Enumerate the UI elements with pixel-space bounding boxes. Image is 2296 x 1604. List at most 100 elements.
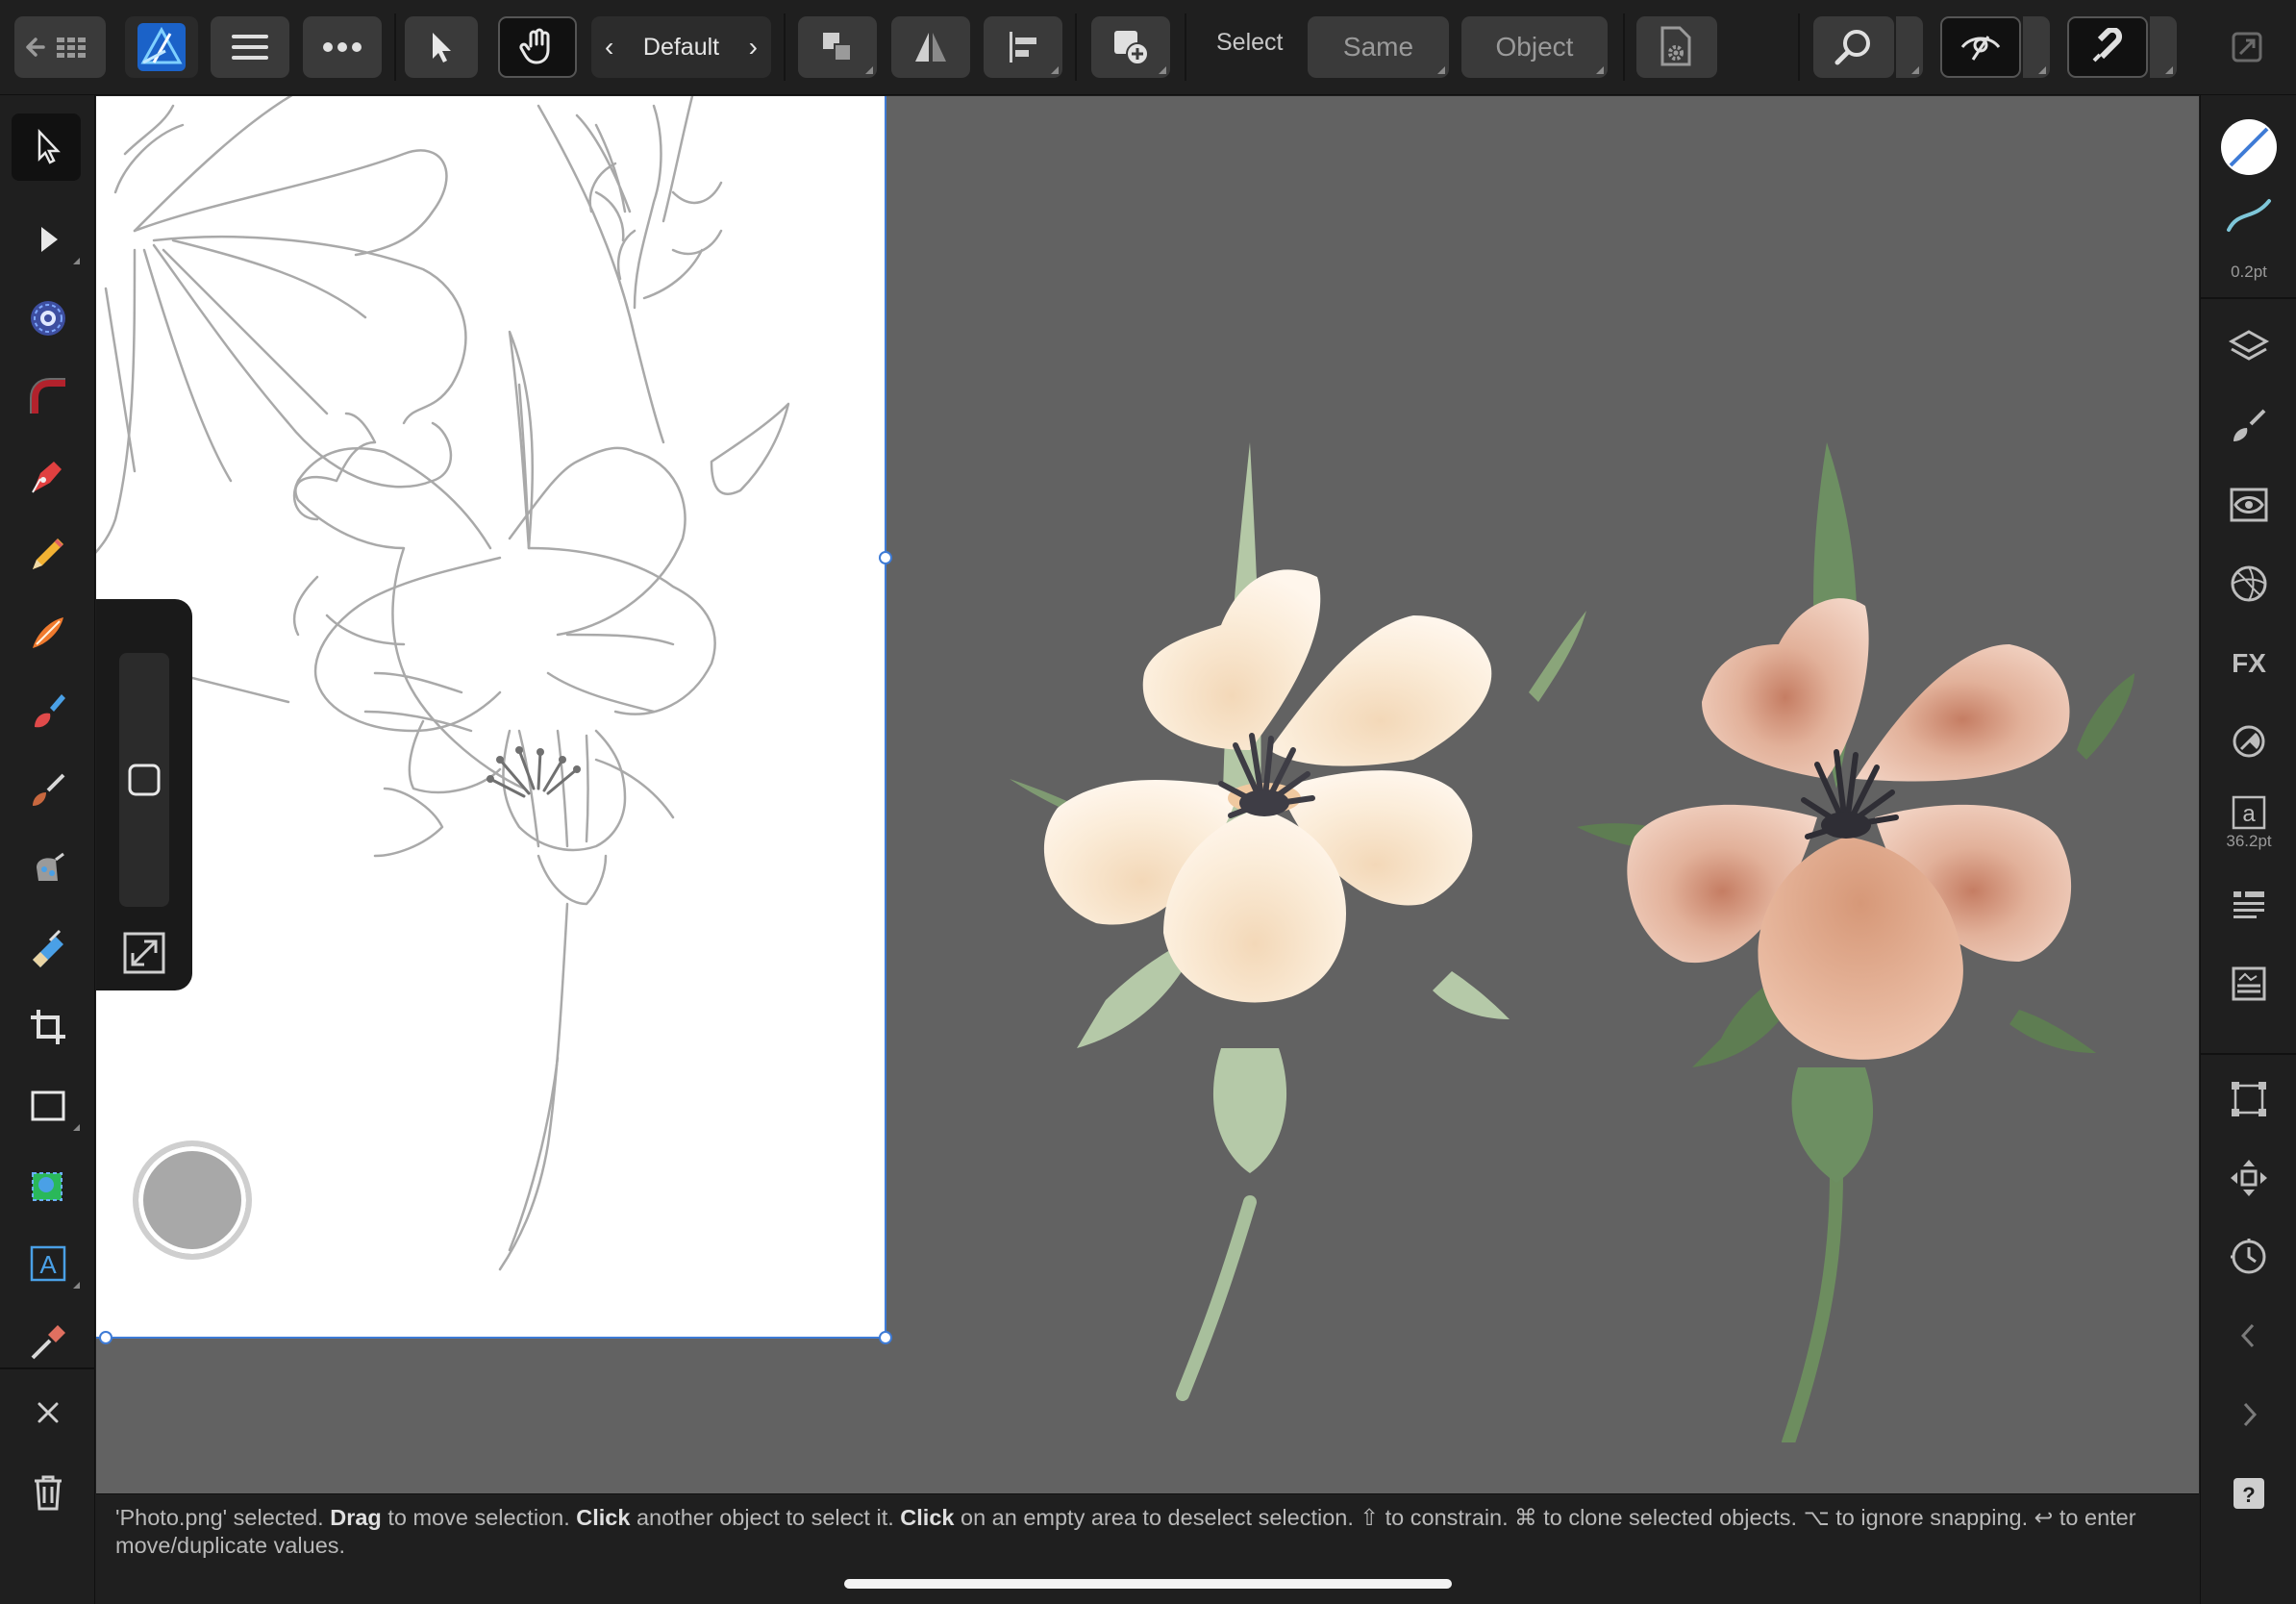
hamburger-icon — [232, 35, 268, 60]
eyedropper-icon — [31, 1325, 65, 1360]
assets-button[interactable] — [2201, 945, 2296, 1022]
snapping-options-button[interactable] — [2150, 16, 2177, 78]
stroke-style-button[interactable] — [2201, 186, 2296, 243]
pen-tool[interactable] — [0, 437, 95, 514]
artistic-text-tool[interactable]: A — [0, 1225, 95, 1302]
pointer-mode-button[interactable] — [405, 16, 478, 78]
add-shape-icon — [1114, 31, 1149, 65]
svg-text:a: a — [2242, 801, 2256, 827]
textured-flower-illustration[interactable] — [1519, 337, 2199, 1442]
fill-stroke-swatch[interactable] — [2201, 109, 2296, 186]
zoom-button[interactable] — [1813, 16, 1894, 78]
fullscreen-button[interactable] — [2213, 16, 2281, 78]
zoom-options-button[interactable] — [1896, 16, 1923, 78]
paragraph-button[interactable] — [2201, 866, 2296, 943]
move-tool[interactable] — [0, 109, 95, 186]
scale-button[interactable] — [119, 928, 169, 978]
resize-handle-bottom-right[interactable] — [879, 1331, 892, 1344]
text-frame-icon: A — [30, 1245, 65, 1282]
delete-button[interactable] — [0, 1454, 95, 1531]
hand-tool-button[interactable] — [498, 16, 577, 78]
history-clock-icon — [2231, 1239, 2266, 1274]
toolbar-separator — [1185, 13, 1186, 81]
object-label: Object — [1495, 32, 1574, 62]
appearance-eye-icon — [2230, 488, 2268, 522]
tools-panel: A — [0, 95, 95, 1604]
toolbar-separator — [784, 13, 786, 81]
flip-icon — [915, 33, 946, 62]
transparency-panel-button[interactable] — [2201, 703, 2296, 780]
pencil-tool[interactable] — [0, 515, 95, 592]
color-wheel-icon — [2231, 565, 2267, 602]
text-a-icon: a — [2232, 795, 2266, 830]
node-tool[interactable] — [0, 201, 95, 278]
canvas[interactable] — [96, 96, 2199, 1493]
vector-brush-tool[interactable] — [0, 594, 95, 671]
place-image-tool[interactable] — [0, 1146, 95, 1223]
rectangle-tool[interactable] — [0, 1067, 95, 1144]
toolbar-separator — [394, 13, 396, 81]
document-settings-button[interactable] — [1636, 16, 1717, 78]
paint-brush-tool[interactable] — [0, 752, 95, 829]
color-button[interactable] — [2201, 545, 2296, 622]
chevron-left-icon[interactable]: ‹ — [605, 32, 613, 63]
effects-button[interactable]: FX — [2201, 624, 2296, 701]
persona-selector[interactable]: ‹ Default › — [591, 16, 771, 78]
pencil-icon — [32, 539, 63, 569]
contour-tool[interactable] — [0, 280, 95, 357]
no-fill-swatch-icon — [2221, 119, 2277, 175]
toolbar-separator — [1075, 13, 1077, 81]
transform-box-icon — [2232, 1082, 2266, 1116]
transform-button[interactable] — [2201, 1061, 2296, 1138]
arrange-button[interactable] — [798, 16, 877, 78]
crop-icon — [30, 1010, 65, 1044]
main-menu-button[interactable] — [211, 16, 289, 78]
crop-tool[interactable] — [0, 989, 95, 1065]
boolean-add-button[interactable] — [1091, 16, 1170, 78]
fill-brush-icon — [34, 694, 65, 728]
history-button[interactable] — [2201, 1218, 2296, 1295]
transparency-icon — [36, 852, 64, 881]
stroke-curve-icon — [2227, 199, 2271, 232]
opacity-slider[interactable] — [119, 653, 169, 907]
close-button[interactable] — [0, 1374, 95, 1451]
select-object-button[interactable]: Object — [1461, 16, 1608, 78]
studio-right-button[interactable] — [2201, 1376, 2296, 1453]
layers-button[interactable] — [2201, 309, 2296, 386]
navigator-button[interactable] — [2201, 1140, 2296, 1216]
help-button[interactable]: ? — [2201, 1455, 2296, 1532]
appearance-button[interactable] — [2201, 466, 2296, 543]
corner-tool[interactable] — [0, 358, 95, 435]
fill-tool[interactable] — [0, 673, 95, 750]
brushes-button[interactable] — [2201, 388, 2296, 464]
app-logo-button[interactable] — [125, 16, 198, 78]
snapping-button[interactable] — [2067, 16, 2148, 78]
modifier-round-button[interactable] — [133, 1140, 252, 1260]
home-indicator[interactable] — [844, 1579, 1452, 1589]
pixel-eraser-tool[interactable] — [0, 910, 95, 987]
view-mode-button[interactable] — [1940, 16, 2021, 78]
flip-button[interactable] — [891, 16, 970, 78]
status-keyword: Click — [576, 1505, 631, 1530]
transparency-tool[interactable] — [0, 831, 95, 908]
status-hint-text: 'Photo.png' selected. Drag to move selec… — [115, 1504, 2183, 1560]
resize-handle-bottom-left[interactable] — [99, 1331, 112, 1344]
magnifier-icon — [1834, 30, 1870, 65]
color-picker-tool[interactable] — [0, 1304, 95, 1381]
select-same-button[interactable]: Same — [1308, 16, 1449, 78]
back-arrow-grid-icon — [25, 38, 86, 58]
close-icon — [37, 1402, 58, 1423]
chevron-right-icon — [2243, 1402, 2258, 1427]
assets-icon — [2232, 966, 2266, 1001]
view-mode-options-button[interactable] — [2023, 16, 2050, 78]
node-arrow-icon — [40, 227, 58, 252]
resize-handle-right[interactable] — [879, 551, 892, 564]
chevron-right-icon[interactable]: › — [749, 32, 758, 63]
more-button[interactable] — [303, 16, 382, 78]
studio-left-button[interactable] — [2201, 1297, 2296, 1374]
vector-brush-icon — [32, 617, 63, 648]
documents-back-button[interactable] — [14, 16, 106, 78]
align-button[interactable] — [984, 16, 1062, 78]
eye-pen-icon — [1960, 36, 2001, 61]
pen-nib-icon — [31, 462, 62, 493]
